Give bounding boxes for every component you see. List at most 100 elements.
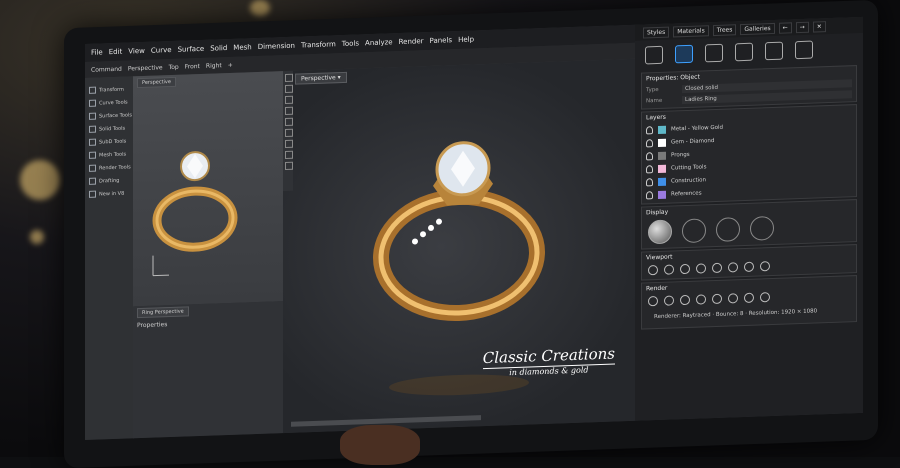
display-modes: [646, 211, 852, 246]
side-stone: [420, 231, 426, 238]
orbit-icon[interactable]: [680, 263, 690, 275]
forward-icon[interactable]: →: [795, 21, 809, 33]
menu-curve[interactable]: Curve: [151, 46, 172, 55]
tab-trees[interactable]: Trees: [712, 23, 737, 36]
snapshot-icon[interactable]: [744, 261, 754, 272]
pin-icon[interactable]: [795, 40, 813, 60]
viewport-tab-right[interactable]: Right: [206, 62, 222, 70]
viewport-tab-perspective[interactable]: Perspective: [128, 64, 163, 72]
subd-icon: [89, 138, 96, 146]
menu-file[interactable]: File: [91, 48, 103, 56]
viewport-section: Viewport: [641, 244, 857, 281]
back-icon[interactable]: ←: [778, 21, 792, 34]
ring-render: [373, 141, 545, 396]
viewport-tab-front[interactable]: Front: [185, 62, 200, 70]
menu-edit[interactable]: Edit: [109, 48, 123, 56]
grid-icon[interactable]: [645, 45, 663, 65]
menu-surface[interactable]: Surface: [178, 45, 205, 54]
ring-perspective-tab[interactable]: Ring Perspective: [137, 306, 189, 319]
tab-materials[interactable]: Materials: [673, 24, 709, 37]
layer-swatch[interactable]: [658, 164, 666, 173]
command-label[interactable]: Command: [91, 65, 122, 73]
camera-render-icon[interactable]: [696, 294, 706, 305]
layers-section: Layers Metal - Yellow Gold Gem - Diamond…: [641, 104, 857, 205]
main-viewport[interactable]: Perspective ▾ Classic Creations in diamo…: [283, 58, 635, 434]
layer-swatch[interactable]: [658, 125, 666, 134]
close-icon[interactable]: ✕: [812, 20, 826, 33]
wireframe-mode-icon[interactable]: [682, 218, 706, 244]
tab-galleries[interactable]: Galleries: [740, 22, 775, 35]
chevron-down-icon[interactable]: [760, 292, 770, 303]
bokeh-light: [30, 230, 44, 244]
lightbulb-icon[interactable]: [646, 151, 653, 160]
camera-icon[interactable]: [760, 261, 770, 272]
curve-icon: [89, 99, 96, 107]
settings-icon[interactable]: [712, 293, 722, 305]
ghosted-mode-icon[interactable]: [750, 215, 774, 241]
shaded-mode-icon[interactable]: [648, 219, 672, 245]
mesh-icon: [89, 151, 96, 159]
menu-dimension[interactable]: Dimension: [258, 42, 295, 51]
cad-app-window: File Edit View Curve Surface Solid Mesh …: [85, 16, 863, 441]
menu-tools[interactable]: Tools: [342, 39, 359, 48]
rotate-icon[interactable]: [664, 264, 674, 275]
lightbulb-icon[interactable]: [646, 164, 653, 173]
viewport-tab-top[interactable]: Top: [169, 63, 179, 70]
user-hand: [340, 425, 420, 465]
menu-mesh[interactable]: Mesh: [233, 43, 251, 52]
menu-analyze[interactable]: Analyze: [365, 38, 393, 47]
brand-logo: Classic Creations in diamonds & gold: [482, 344, 615, 378]
transform-icon: [89, 86, 96, 94]
menu-transform[interactable]: Transform: [301, 40, 336, 49]
tab-styles[interactable]: Styles: [643, 26, 670, 39]
render-icon: [89, 164, 96, 172]
tool-new-in-v8[interactable]: New in V8: [85, 186, 133, 201]
lightbulb-icon[interactable]: [646, 177, 653, 186]
ring-preview-small: [152, 151, 238, 277]
right-panel: Styles Materials Trees Galleries ← → ✕ P…: [635, 16, 863, 421]
zoom-icon[interactable]: [696, 263, 706, 274]
zoom-window-icon[interactable]: [728, 262, 738, 273]
ring-band-highlight: [155, 189, 235, 249]
lightbulb-icon[interactable]: [646, 125, 653, 134]
side-stone: [428, 224, 434, 231]
material-icon[interactable]: [705, 43, 723, 63]
surface-icon: [89, 112, 96, 120]
render-start-icon[interactable]: [648, 295, 658, 307]
drafting-icon: [89, 177, 96, 185]
layer-swatch[interactable]: [658, 190, 666, 199]
denoise-icon[interactable]: [728, 293, 738, 304]
lightbulb-icon[interactable]: [646, 138, 653, 147]
light-icon[interactable]: [680, 294, 690, 306]
menu-panels[interactable]: Panels: [430, 36, 453, 45]
zoom-extents-icon[interactable]: [712, 262, 722, 274]
menu-help[interactable]: Help: [458, 35, 474, 44]
properties-icon[interactable]: [675, 44, 693, 64]
environment-icon[interactable]: [664, 295, 674, 306]
bokeh-light: [20, 160, 60, 200]
gem-icon[interactable]: [765, 41, 783, 61]
add-viewport-button[interactable]: +: [228, 61, 233, 68]
layer-swatch[interactable]: [658, 138, 666, 147]
layer-swatch[interactable]: [658, 177, 666, 186]
menu-solid[interactable]: Solid: [210, 44, 227, 53]
axis-x: [153, 274, 169, 277]
pan-icon[interactable]: [648, 264, 658, 276]
layer-swatch[interactable]: [658, 151, 666, 160]
bokeh-light: [250, 0, 270, 16]
left-properties-panel: Ring Perspective Properties: [133, 301, 283, 439]
lightbulb-icon[interactable]: [646, 190, 653, 199]
tool-panel: Transform Curve Tools Surface Tools Soli…: [85, 76, 134, 440]
side-stone: [412, 238, 418, 245]
render-section: Render Renderer: Raytraced · Bounce: 8 ·…: [641, 275, 857, 330]
menu-view[interactable]: View: [128, 47, 145, 56]
side-stone: [436, 218, 442, 225]
properties-section: Properties: Object Type Closed solid Name…: [641, 65, 857, 110]
save-render-icon[interactable]: [744, 292, 754, 303]
menu-render[interactable]: Render: [399, 37, 424, 46]
solid-icon: [89, 125, 96, 133]
left-viewport[interactable]: Perspective: [133, 71, 283, 307]
search-icon[interactable]: [735, 42, 753, 62]
ring-shank-highlight: [378, 194, 540, 316]
rendered-mode-icon[interactable]: [716, 217, 740, 242]
